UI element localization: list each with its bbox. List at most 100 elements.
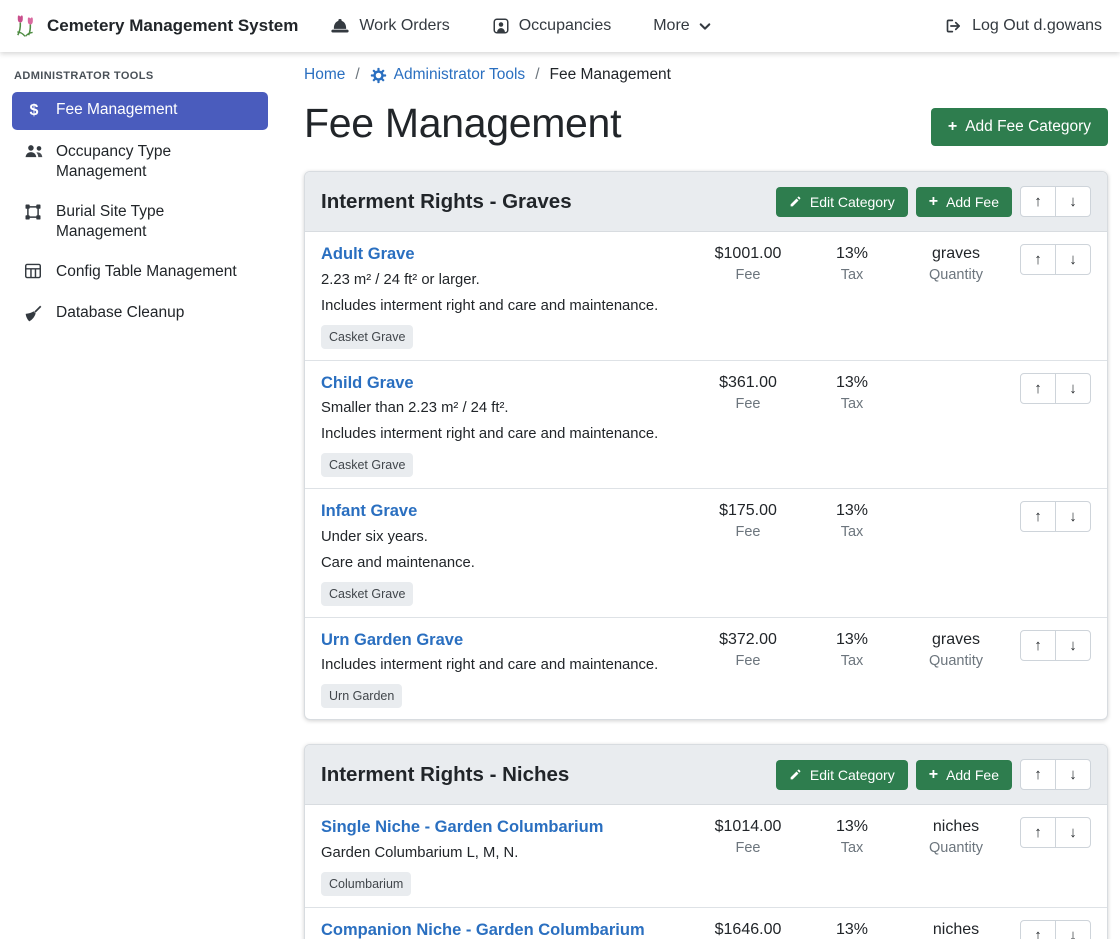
- fee-description: Under six years.: [321, 528, 689, 548]
- sidebar-item-config-table-management[interactable]: Config Table Management: [12, 254, 268, 290]
- fee-label: Fee: [689, 267, 807, 283]
- sidebar-item-database-cleanup[interactable]: Database Cleanup: [12, 295, 268, 331]
- plus-icon: +: [929, 194, 938, 210]
- fee-description: Includes interment right and care and ma…: [321, 425, 689, 445]
- fee-move-up-button[interactable]: ↑: [1020, 920, 1056, 939]
- add-fee-button[interactable]: + Add Fee: [916, 760, 1012, 790]
- sidebar-item-label: Burial Site Type Management: [56, 202, 256, 242]
- fee-move-down-button[interactable]: ↓: [1055, 501, 1091, 532]
- fee-move-down-button[interactable]: ↓: [1055, 817, 1091, 848]
- fee-move-up-button[interactable]: ↑: [1020, 244, 1056, 275]
- sidebar-item-burial-site-type-management[interactable]: Burial Site Type Management: [12, 194, 268, 250]
- tax-label: Tax: [807, 267, 897, 283]
- top-navbar: Cemetery Management System Work Orders O…: [0, 0, 1120, 52]
- app-brand[interactable]: Cemetery Management System: [12, 13, 298, 40]
- fee-label: Fee: [689, 524, 807, 540]
- add-fee-button[interactable]: + Add Fee: [916, 187, 1012, 217]
- fee-move-down-button[interactable]: ↓: [1055, 630, 1091, 661]
- quantity-value: graves: [897, 245, 1015, 263]
- arrow-down-icon: ↓: [1069, 508, 1077, 525]
- tax-label: Tax: [807, 396, 897, 412]
- quantity-value: niches: [897, 921, 1015, 939]
- fee-name-link[interactable]: Infant Grave: [321, 501, 417, 522]
- edit-category-label: Edit Category: [810, 194, 895, 210]
- fee-move-up-button[interactable]: ↑: [1020, 501, 1056, 532]
- fee-description: Garden Columbarium L, M, N.: [321, 844, 689, 864]
- tax-value: 13%: [807, 502, 897, 520]
- fee-reorder-buttons: ↑ ↓: [1020, 501, 1091, 532]
- fee-amount-column: $372.00 Fee: [689, 630, 807, 669]
- breadcrumb-current: Fee Management: [550, 66, 672, 84]
- fee-move-down-button[interactable]: ↓: [1055, 244, 1091, 275]
- gear-icon: [370, 67, 387, 84]
- breadcrumb-home-link[interactable]: Home: [304, 66, 345, 84]
- arrow-up-icon: ↑: [1034, 927, 1042, 939]
- logout-icon: [944, 17, 963, 35]
- admin-sidebar: ADMINISTRATOR TOOLS $ Fee Management Occ…: [0, 52, 280, 939]
- fee-name-link[interactable]: Companion Niche - Garden Columbarium: [321, 920, 645, 939]
- fee-type-badge: Casket Grave: [321, 325, 413, 349]
- fee-row: Adult Grave 2.23 m² / 24 ft² or larger. …: [305, 232, 1107, 361]
- tax-label: Tax: [807, 840, 897, 856]
- fee-label: Fee: [689, 653, 807, 669]
- fee-amount: $1001.00: [689, 245, 807, 263]
- breadcrumb-admin-tools-link[interactable]: Administrator Tools: [370, 66, 526, 84]
- fee-move-down-button[interactable]: ↓: [1055, 373, 1091, 404]
- fee-move-up-button[interactable]: ↑: [1020, 817, 1056, 848]
- edit-category-button[interactable]: Edit Category: [776, 760, 908, 790]
- category-title: Interment Rights - Graves: [321, 190, 572, 214]
- fee-type-badge: Casket Grave: [321, 582, 413, 606]
- nav-more[interactable]: More: [653, 17, 710, 35]
- fee-name-link[interactable]: Urn Garden Grave: [321, 630, 463, 651]
- arrow-up-icon: ↑: [1034, 824, 1042, 841]
- dollar-icon: $: [24, 101, 44, 122]
- logout-button[interactable]: Log Out d.gowans: [944, 17, 1102, 35]
- nav-work-orders[interactable]: Work Orders: [330, 17, 449, 35]
- quantity-label: Quantity: [897, 653, 1015, 669]
- category-move-down-button[interactable]: ↓: [1055, 186, 1091, 217]
- add-fee-category-button[interactable]: + Add Fee Category: [931, 108, 1108, 146]
- edit-category-button[interactable]: Edit Category: [776, 187, 908, 217]
- app-title: Cemetery Management System: [47, 16, 298, 36]
- fee-row: Infant Grave Under six years. Care and m…: [305, 489, 1107, 618]
- fee-category-card: Interment Rights - Graves Edit Category …: [304, 171, 1108, 720]
- breadcrumb-admin-tools-label: Administrator Tools: [394, 66, 526, 84]
- sidebar-item-fee-management[interactable]: $ Fee Management: [12, 92, 268, 130]
- fee-name-link[interactable]: Single Niche - Garden Columbarium: [321, 817, 603, 838]
- fee-name-link[interactable]: Adult Grave: [321, 244, 415, 265]
- broom-icon: [24, 304, 44, 323]
- fee-amount-column: $361.00 Fee: [689, 373, 807, 412]
- arrow-up-icon: ↑: [1034, 251, 1042, 268]
- add-fee-label: Add Fee: [946, 767, 999, 783]
- arrow-up-icon: ↑: [1034, 766, 1042, 783]
- fee-row: Companion Niche - Garden Columbarium Gar…: [305, 908, 1107, 939]
- tax-column: 13% Tax: [807, 373, 897, 412]
- category-move-up-button[interactable]: ↑: [1020, 759, 1056, 790]
- category-reorder-buttons: ↑ ↓: [1020, 186, 1091, 217]
- category-move-down-button[interactable]: ↓: [1055, 759, 1091, 790]
- category-title: Interment Rights - Niches: [321, 763, 569, 787]
- arrow-up-icon: ↑: [1034, 508, 1042, 525]
- sidebar-item-label: Database Cleanup: [56, 303, 184, 323]
- fee-move-up-button[interactable]: ↑: [1020, 373, 1056, 404]
- fee-move-down-button[interactable]: ↓: [1055, 920, 1091, 939]
- fee-description: Includes interment right and care and ma…: [321, 297, 689, 317]
- quantity-column: niches Quantity: [897, 817, 1015, 856]
- quantity-column: niches Quantity: [897, 920, 1015, 939]
- sidebar-item-occupancy-type-management[interactable]: Occupancy Type Management: [12, 134, 268, 190]
- fee-name-link[interactable]: Child Grave: [321, 373, 414, 394]
- arrow-down-icon: ↓: [1069, 824, 1077, 841]
- add-fee-label: Add Fee: [946, 194, 999, 210]
- tax-label: Tax: [807, 653, 897, 669]
- fee-reorder-buttons: ↑ ↓: [1020, 373, 1091, 404]
- users-icon: [24, 143, 44, 159]
- fee-description: Includes interment right and care and ma…: [321, 656, 689, 676]
- category-move-up-button[interactable]: ↑: [1020, 186, 1056, 217]
- arrow-down-icon: ↓: [1069, 766, 1077, 783]
- nav-occupancies[interactable]: Occupancies: [492, 17, 612, 35]
- breadcrumb: Home /: [304, 66, 1108, 84]
- fee-category-card: Interment Rights - Niches Edit Category …: [304, 744, 1108, 939]
- fee-description: 2.23 m² / 24 ft² or larger.: [321, 271, 689, 291]
- pencil-icon: [789, 768, 802, 781]
- fee-move-up-button[interactable]: ↑: [1020, 630, 1056, 661]
